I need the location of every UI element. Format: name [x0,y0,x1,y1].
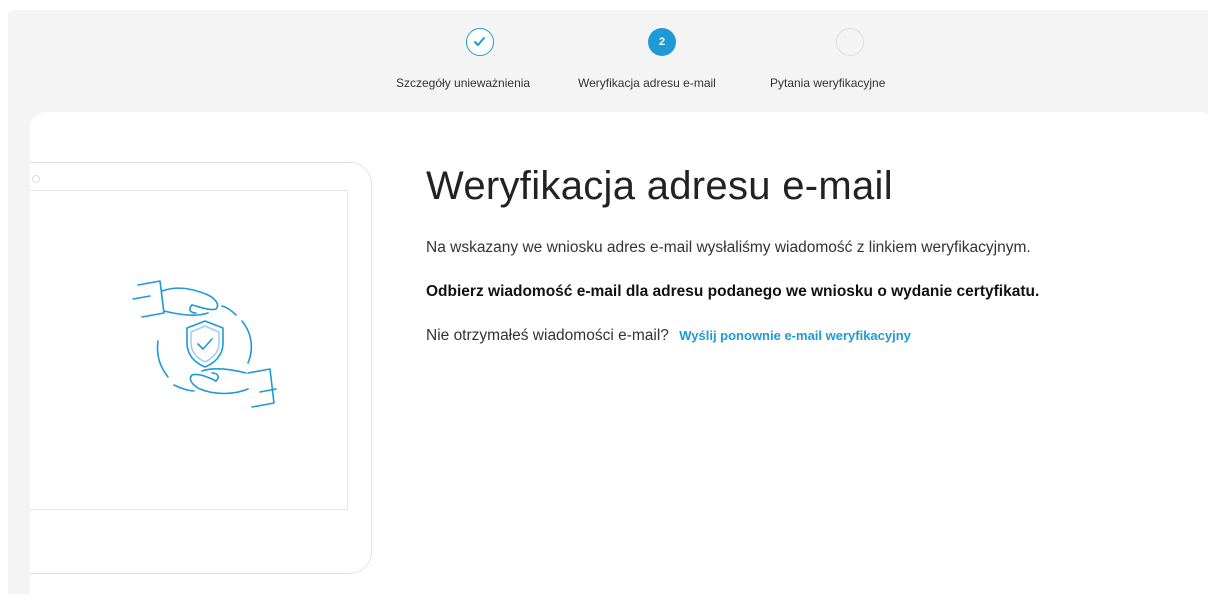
step-pending-indicator [836,28,864,56]
step-active-indicator: 2 [648,28,676,56]
step-label: Szczegóły unieważnienia [396,76,531,90]
step-label: Weryfikacja adresu e-mail [578,76,716,90]
resend-verification-email-link[interactable]: Wyślij ponownie e-mail weryfikacyjny [679,328,911,343]
tablet-camera-dot [32,175,40,183]
hands-shield-check-icon [132,280,277,408]
verification-content: Weryfikacja adresu e-mail Na wskazany we… [426,164,1186,345]
step-completed-indicator [466,28,494,56]
resend-row: Nie otrzymałeś wiadomości e-mail? Wyślij… [426,327,1186,345]
page-title: Weryfikacja adresu e-mail [426,164,893,208]
page-background: Szczegóły unieważnienia 2 Weryfikacja ad… [8,10,1208,604]
instruction-text: Odbierz wiadomość e-mail dla adresu poda… [426,283,1040,300]
check-icon [474,37,485,46]
info-text: Na wskazany we wniosku adres e-mail wysł… [426,239,1031,256]
resend-prompt: Nie otrzymałeś wiadomości e-mail? [426,327,669,344]
verification-card: Weryfikacja adresu e-mail Na wskazany we… [30,112,1208,604]
step-label: Pytania weryfikacyjne [770,76,886,90]
progress-stepper: Szczegóły unieważnienia 2 Weryfikacja ad… [396,28,916,98]
